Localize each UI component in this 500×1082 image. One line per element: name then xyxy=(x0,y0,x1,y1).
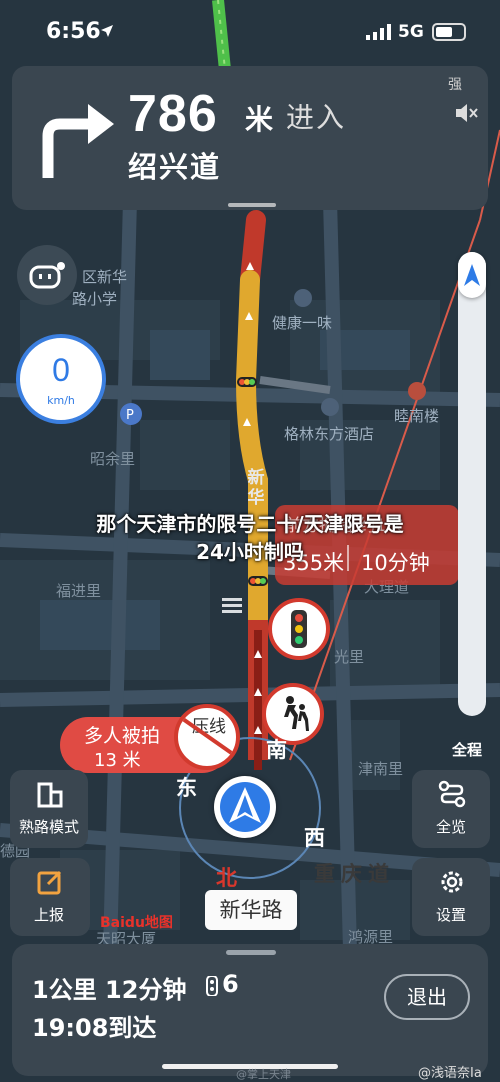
turn-right-arrow-icon xyxy=(42,104,114,178)
caption-line-2: 24小时制吗 xyxy=(196,540,304,564)
map-label-lane2: 福进里 xyxy=(56,582,102,600)
signal-icon xyxy=(366,24,391,40)
guidance-drag-handle[interactable] xyxy=(228,203,276,207)
edit-report-icon xyxy=(37,870,62,895)
map-watermark: @掌上天津 xyxy=(236,1068,291,1081)
road-label-xinhua: 新华 xyxy=(247,468,265,508)
robot-icon xyxy=(29,262,65,289)
speedometer: 0 km/h xyxy=(16,334,106,424)
overview-label: 全览 xyxy=(435,818,466,836)
map-label-building: 睦南楼 xyxy=(394,407,440,425)
traffic-light-count: 6 xyxy=(222,970,239,998)
route-overview-icon xyxy=(438,780,466,808)
caption-line-1: 那个天津市的限号二十/天津限号是 xyxy=(96,512,404,536)
direction-north: 北 xyxy=(216,866,237,890)
location-arrow-icon xyxy=(101,25,113,37)
turn-distance-unit: 米 xyxy=(245,103,274,136)
baidu-map-logo: Baidu地图 xyxy=(100,915,173,931)
compass-arrow-icon xyxy=(464,264,480,286)
overview-button[interactable]: 全览 xyxy=(412,770,490,848)
panel-drag-handle[interactable] xyxy=(226,950,276,955)
direction-south: 南 xyxy=(266,738,287,762)
map-label-lane5: 津南里 xyxy=(358,760,404,778)
network-type: 5G xyxy=(398,22,424,42)
traffic-light-sign xyxy=(268,598,330,660)
weibo-watermark: @浅语奈Ia xyxy=(418,1066,482,1081)
traffic-light-icon xyxy=(291,610,307,648)
speaker-mute-icon[interactable] xyxy=(454,102,478,124)
camera-alert-text: 多人被拍 xyxy=(84,725,161,747)
navigation-arrow-icon xyxy=(229,787,261,823)
status-time: 6:56 xyxy=(46,19,101,44)
exit-navigation-button[interactable]: 退出 xyxy=(384,974,470,1020)
turn-distance: 786 xyxy=(128,85,218,143)
vehicle-position-marker xyxy=(214,776,276,838)
map-label-school: 区新华 xyxy=(82,268,128,286)
building-icon xyxy=(37,782,63,808)
traffic-light-count-icon xyxy=(206,976,218,996)
map-label-hotel: 格林东方酒店 xyxy=(284,425,375,443)
speed-unit: km/h xyxy=(47,394,75,407)
settings-button[interactable]: 设置 xyxy=(412,858,490,936)
gps-strength-indicator: 强 xyxy=(448,77,462,93)
battery-icon xyxy=(432,23,466,41)
full-route-label[interactable]: 全程 xyxy=(452,739,482,760)
map-label-school2: 路小学 xyxy=(72,290,118,308)
map-label-lane3: 光里 xyxy=(334,648,365,666)
direction-east: 东 xyxy=(176,776,197,800)
camera-alert-distance: 13 米 xyxy=(94,750,141,771)
street-label-chongqing: 重庆道 xyxy=(314,862,395,886)
speed-value: 0 xyxy=(52,352,70,388)
report-label: 上报 xyxy=(33,906,64,924)
next-road-name: 绍兴道 xyxy=(128,150,222,184)
familiar-mode-label: 熟路模式 xyxy=(18,818,79,836)
report-button[interactable]: 上报 xyxy=(10,858,90,936)
settings-label: 设置 xyxy=(435,906,466,924)
turn-action: 进入 xyxy=(286,101,347,134)
no-line-crossing-sign: 压线 xyxy=(174,704,240,770)
voice-assistant-button[interactable] xyxy=(17,245,77,305)
trip-summary-panel[interactable]: 1公里 12分钟 6 19:08到达 退出 xyxy=(12,944,488,1076)
trip-distance-time: 1公里 12分钟 xyxy=(32,976,187,1004)
direction-west: 西 xyxy=(304,826,325,850)
svg-text:P: P xyxy=(126,408,134,423)
pedestrian-icon xyxy=(284,696,309,731)
overlay-caption: 那个天津市的限号二十/天津限号是 24小时制吗 xyxy=(0,510,500,566)
turn-guidance-panel[interactable]: 786 米 进入 绍兴道 强 xyxy=(12,66,488,210)
arrival-time: 19:08到达 xyxy=(32,1014,157,1042)
gear-icon xyxy=(441,871,463,893)
route-progress-knob[interactable] xyxy=(458,252,486,298)
status-bar: 6:56 5G xyxy=(0,0,500,62)
map-label-lane1: 昭余里 xyxy=(90,450,136,468)
familiar-route-mode-button[interactable]: 熟路模式 xyxy=(10,770,88,848)
route-progress-slider[interactable] xyxy=(458,252,486,716)
current-road-chip: 新华路 xyxy=(205,890,297,930)
map-label-restaurant: 健康一味 xyxy=(272,314,333,332)
